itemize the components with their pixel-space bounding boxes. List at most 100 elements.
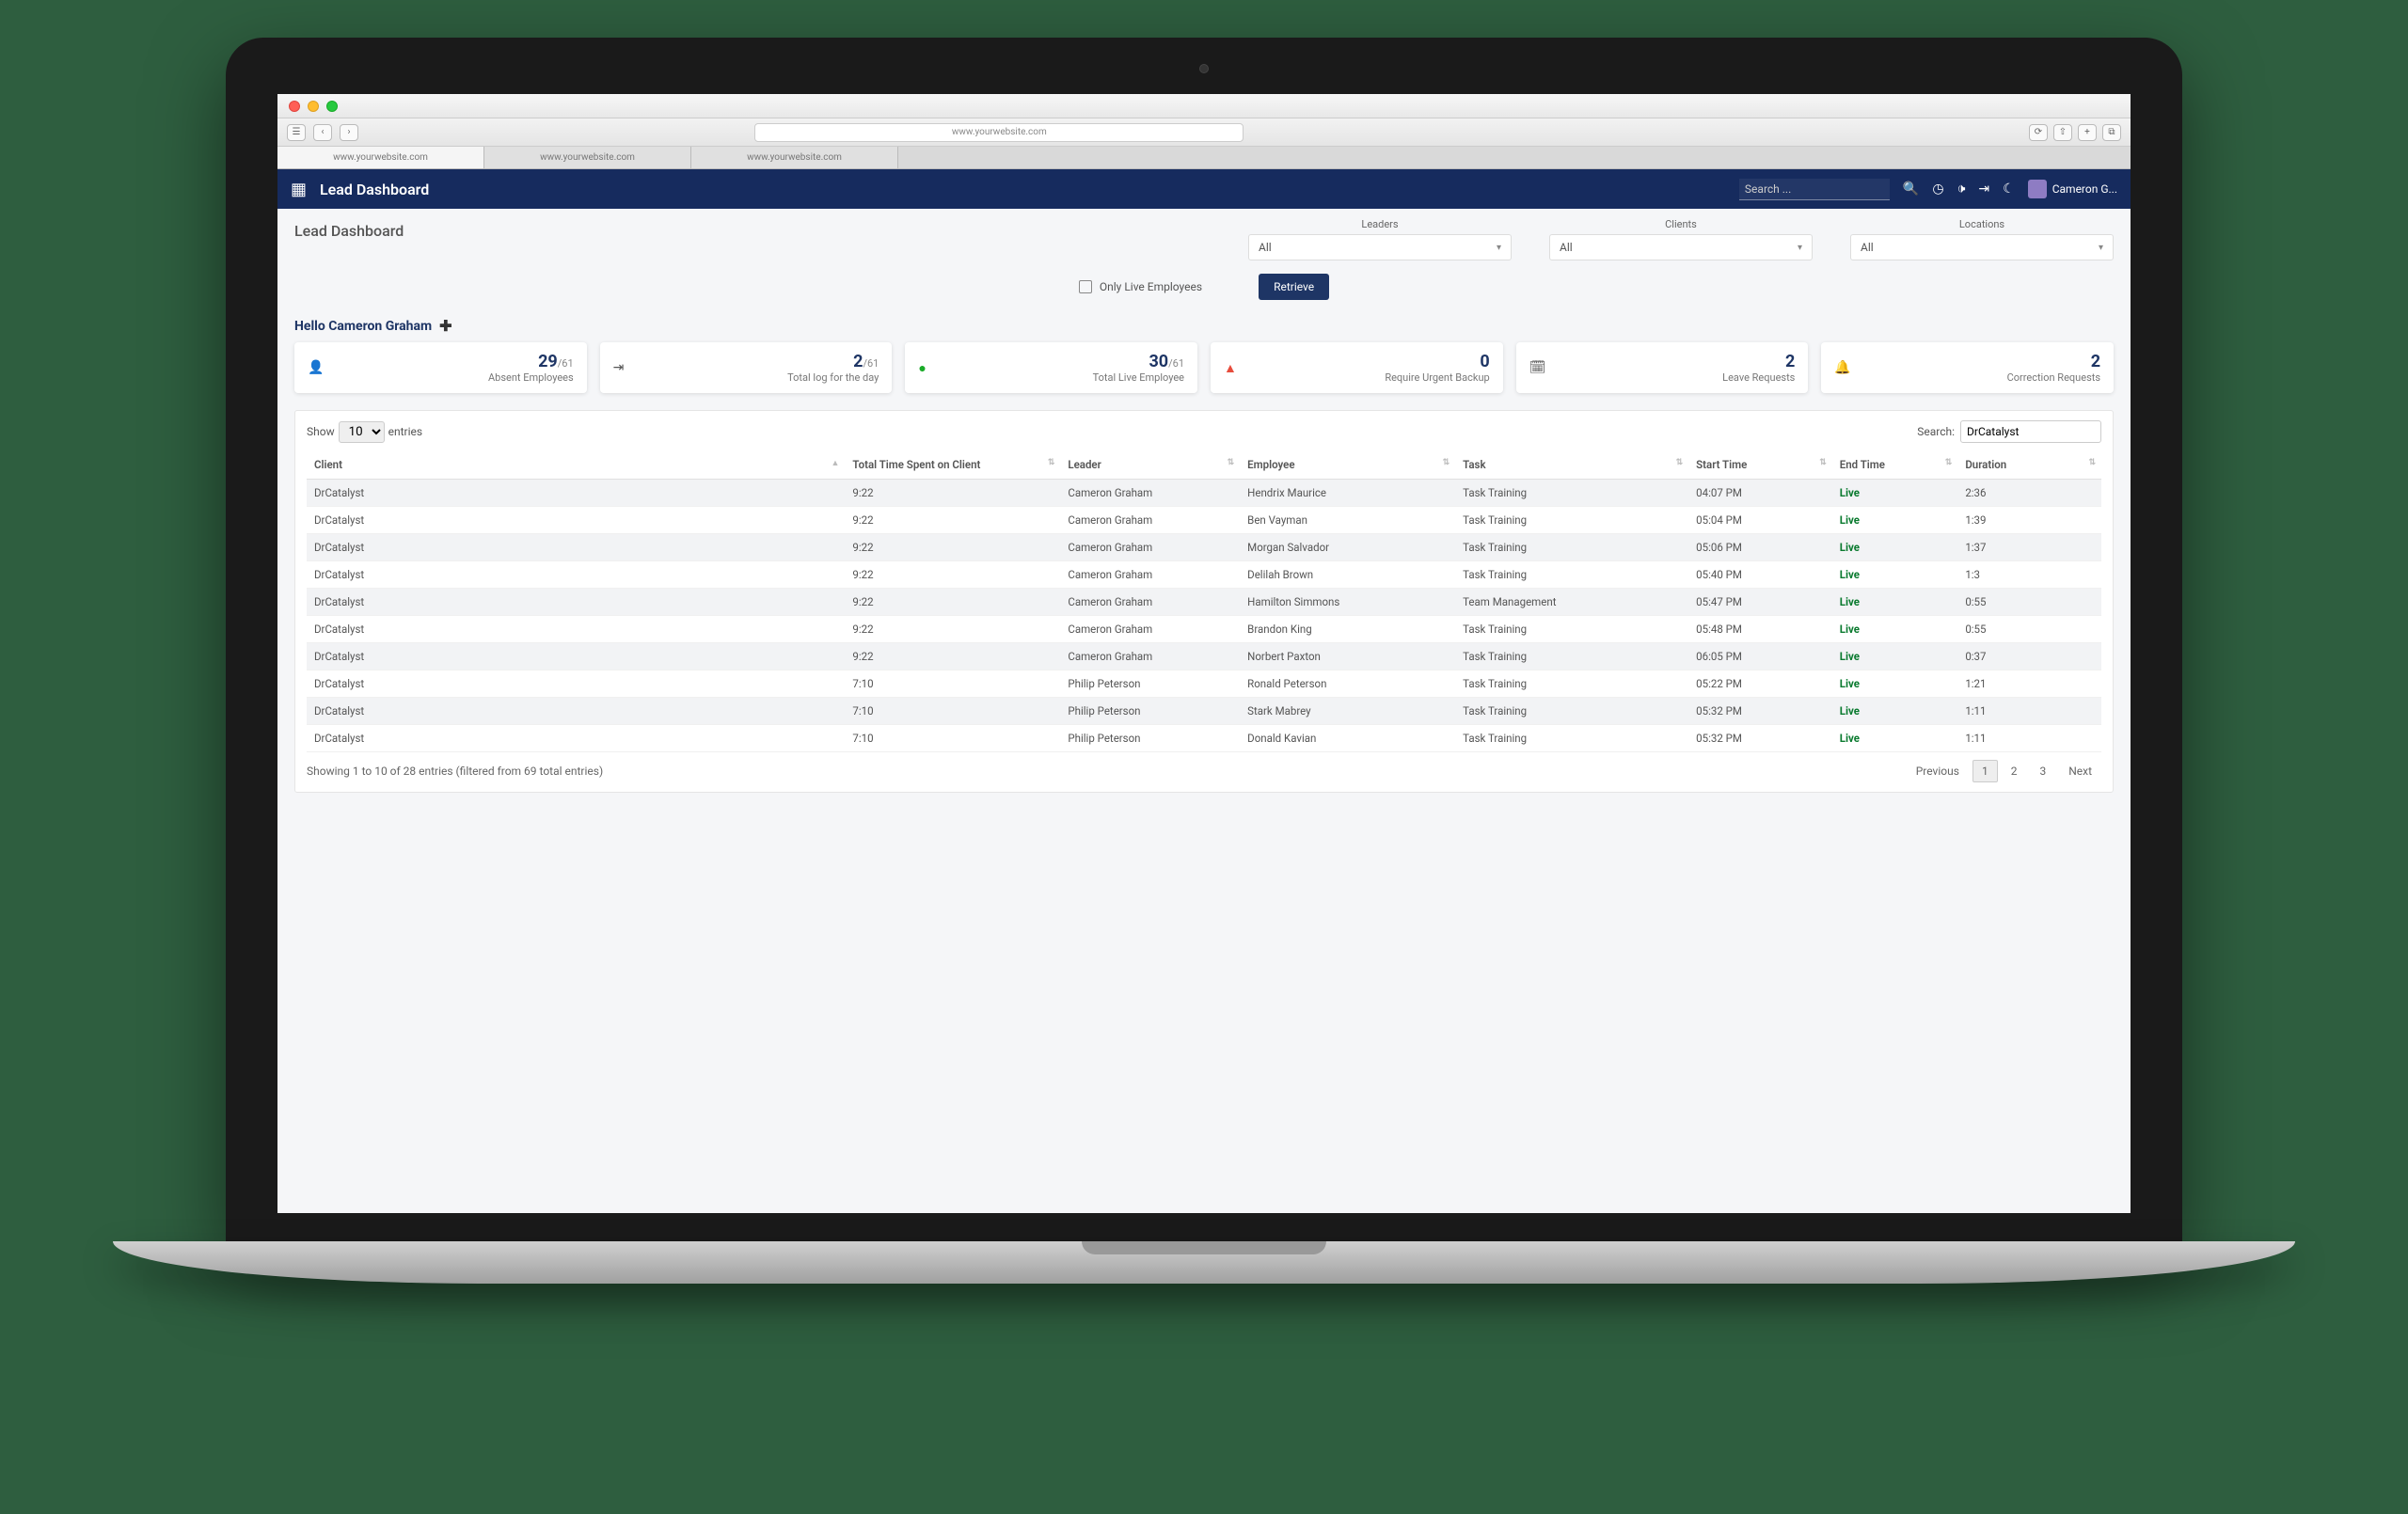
- user-name-label: Cameron G...: [2052, 182, 2117, 196]
- locations-filter-label: Locations: [1850, 218, 2114, 230]
- sort-icon: ⇅: [1819, 458, 1827, 467]
- table-row[interactable]: DrCatalyst 7:10 Philip Peterson Donald K…: [307, 725, 2101, 752]
- column-header[interactable]: Task⇅: [1455, 450, 1688, 480]
- table-row[interactable]: DrCatalyst 9:22 Cameron Graham Ben Vayma…: [307, 507, 2101, 534]
- table-row[interactable]: DrCatalyst 7:10 Philip Peterson Stark Ma…: [307, 698, 2101, 725]
- cell-client: DrCatalyst: [307, 616, 845, 643]
- stat-card[interactable]: 👤 29/61 Absent Employees: [294, 342, 587, 393]
- table-row[interactable]: DrCatalyst 9:22 Cameron Graham Brandon K…: [307, 616, 2101, 643]
- search-icon[interactable]: 🔍: [1903, 181, 1919, 197]
- bell-icon: 🔔: [1834, 360, 1857, 375]
- cell-start-time: 06:05 PM: [1688, 643, 1832, 670]
- page-number[interactable]: 3: [2030, 760, 2055, 782]
- user-minus-icon: 👤: [308, 360, 330, 375]
- table-row[interactable]: DrCatalyst 9:22 Cameron Graham Morgan Sa…: [307, 534, 2101, 561]
- cell-leader: Cameron Graham: [1060, 589, 1240, 616]
- app-navbar: ▦ Lead Dashboard 🔍 ◷ 🕩 ⇥ ☾ Cameron G...: [277, 169, 2131, 209]
- app-title: Lead Dashboard: [320, 181, 429, 198]
- leaders-select[interactable]: All▾: [1248, 234, 1512, 260]
- share-icon[interactable]: ⇧: [2053, 124, 2072, 141]
- cell-leader: Philip Peterson: [1060, 670, 1240, 698]
- logout-icon[interactable]: ⇥: [1978, 181, 1989, 197]
- cell-duration: 1:11: [1957, 698, 2101, 725]
- tabs-icon[interactable]: ⧉: [2102, 124, 2121, 141]
- browser-tab[interactable]: www.yourwebsite.com: [691, 147, 898, 168]
- table-row[interactable]: DrCatalyst 9:22 Cameron Graham Norbert P…: [307, 643, 2101, 670]
- column-header[interactable]: Employee⇅: [1240, 450, 1455, 480]
- chevron-down-icon: ▾: [1497, 243, 1501, 253]
- prev-page[interactable]: Previous: [1907, 760, 1969, 782]
- table-search-input[interactable]: [1960, 420, 2101, 443]
- cell-start-time: 05:04 PM: [1688, 507, 1832, 534]
- user-menu[interactable]: Cameron G...: [2028, 180, 2117, 198]
- tab-strip: www.yourwebsite.com www.yourwebsite.com …: [277, 147, 2131, 169]
- cell-start-time: 05:22 PM: [1688, 670, 1832, 698]
- sidebar-toggle-icon[interactable]: ☰: [287, 124, 306, 141]
- only-live-checkbox[interactable]: Only Live Employees: [1079, 280, 1202, 293]
- table-row[interactable]: DrCatalyst 9:22 Cameron Graham Delilah B…: [307, 561, 2101, 589]
- forward-button[interactable]: ›: [340, 124, 358, 141]
- avatar: [2028, 180, 2047, 198]
- maximize-icon[interactable]: [326, 101, 338, 112]
- plus-icon[interactable]: ✚: [439, 317, 452, 335]
- leaders-filter-label: Leaders: [1248, 218, 1512, 230]
- dark-mode-icon[interactable]: ☾: [2003, 181, 2015, 197]
- next-page[interactable]: Next: [2059, 760, 2101, 782]
- notifications-icon[interactable]: 🕩: [1957, 181, 1966, 197]
- clients-filter-label: Clients: [1549, 218, 1813, 230]
- stat-card[interactable]: 🔔 2 Correction Requests: [1821, 342, 2114, 393]
- column-header[interactable]: Client▲: [307, 450, 845, 480]
- cell-total-time: 9:22: [845, 643, 1060, 670]
- url-bar[interactable]: www.yourwebsite.com: [754, 123, 1244, 142]
- cell-duration: 1:3: [1957, 561, 2101, 589]
- minimize-icon[interactable]: [308, 101, 319, 112]
- cell-client: DrCatalyst: [307, 698, 845, 725]
- column-header[interactable]: Duration⇅: [1957, 450, 2101, 480]
- window-controls: [277, 94, 2131, 118]
- column-header[interactable]: End Time⇅: [1832, 450, 1958, 480]
- column-header[interactable]: Start Time⇅: [1688, 450, 1832, 480]
- search-input[interactable]: [1739, 179, 1890, 200]
- cell-total-time: 9:22: [845, 534, 1060, 561]
- cell-client: DrCatalyst: [307, 643, 845, 670]
- clients-select[interactable]: All▾: [1549, 234, 1813, 260]
- page-number[interactable]: 1: [1972, 760, 1998, 782]
- reload-icon[interactable]: ⟳: [2029, 124, 2048, 141]
- table-row[interactable]: DrCatalyst 9:22 Cameron Graham Hamilton …: [307, 589, 2101, 616]
- stat-card[interactable]: ⇥ 2/61 Total log for the day: [600, 342, 893, 393]
- cell-employee: Delilah Brown: [1240, 561, 1455, 589]
- entries-select[interactable]: 10: [339, 421, 385, 443]
- browser-tab[interactable]: www.yourwebsite.com: [277, 147, 484, 168]
- column-header[interactable]: Leader⇅: [1060, 450, 1240, 480]
- stat-value: 2: [2007, 352, 2100, 371]
- page-number[interactable]: 2: [2002, 760, 2027, 782]
- locations-select[interactable]: All▾: [1850, 234, 2114, 260]
- cell-client: DrCatalyst: [307, 670, 845, 698]
- cell-task: Task Training: [1455, 507, 1688, 534]
- stat-card[interactable]: ▲ 0 Require Urgent Backup: [1211, 342, 1503, 393]
- stat-card[interactable]: 🗓 2 Leave Requests: [1516, 342, 1809, 393]
- table-row[interactable]: DrCatalyst 9:22 Cameron Graham Hendrix M…: [307, 480, 2101, 507]
- retrieve-button[interactable]: Retrieve: [1259, 274, 1329, 300]
- table-row[interactable]: DrCatalyst 7:10 Philip Peterson Ronald P…: [307, 670, 2101, 698]
- back-button[interactable]: ‹: [313, 124, 332, 141]
- alert-icon: ▲: [1224, 360, 1246, 376]
- close-icon[interactable]: [289, 101, 300, 112]
- browser-tab[interactable]: www.yourwebsite.com: [484, 147, 691, 168]
- cell-start-time: 05:06 PM: [1688, 534, 1832, 561]
- cell-task: Team Management: [1455, 589, 1688, 616]
- stat-card[interactable]: ● 30/61 Total Live Employee: [905, 342, 1197, 393]
- clock-icon[interactable]: ◷: [1932, 181, 1943, 197]
- cell-total-time: 9:22: [845, 616, 1060, 643]
- cell-end-time: Live: [1832, 534, 1958, 561]
- new-tab-icon[interactable]: +: [2078, 124, 2097, 141]
- sort-icon: ⇅: [1048, 458, 1055, 467]
- cell-total-time: 9:22: [845, 480, 1060, 507]
- dot-icon: ●: [918, 360, 941, 376]
- cell-employee: Ben Vayman: [1240, 507, 1455, 534]
- cell-client: DrCatalyst: [307, 480, 845, 507]
- login-icon: ⇥: [613, 360, 636, 375]
- apps-grid-icon[interactable]: ▦: [291, 180, 307, 199]
- sort-icon: ⇅: [1676, 458, 1684, 467]
- column-header[interactable]: Total Time Spent on Client⇅: [845, 450, 1060, 480]
